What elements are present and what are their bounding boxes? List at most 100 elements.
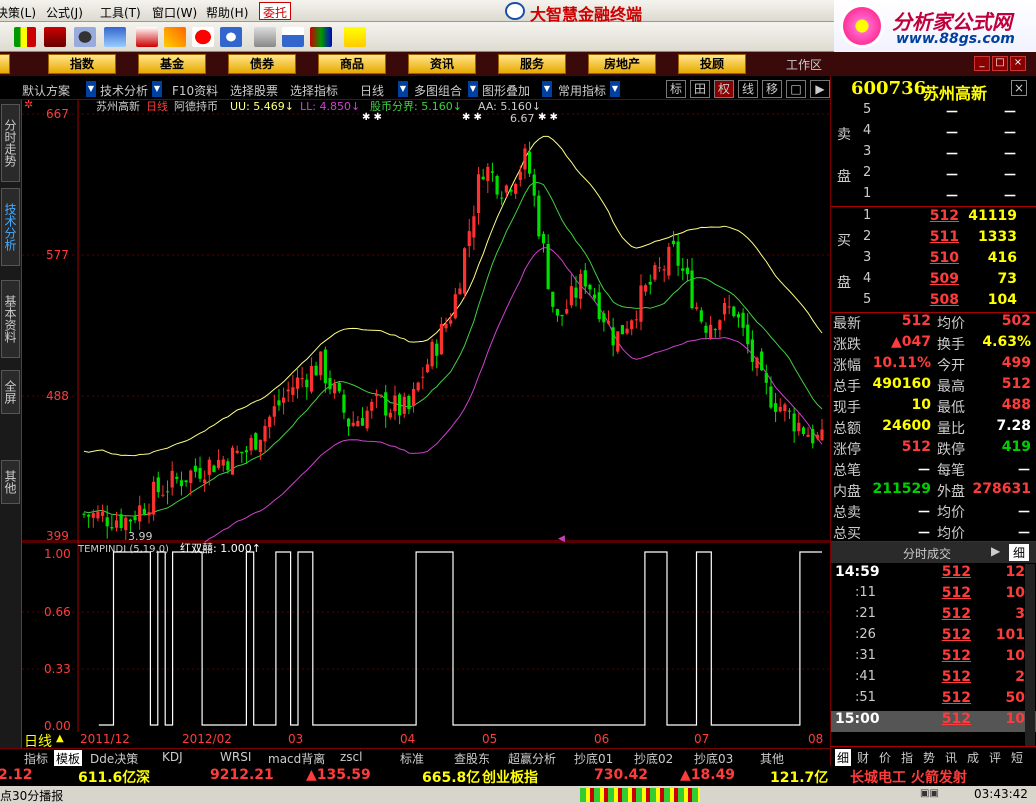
help-icon[interactable]: [344, 27, 366, 47]
trade-row[interactable]: :26 512 101: [831, 627, 1036, 648]
minimize-button[interactable]: _: [974, 56, 990, 71]
select-stock-button[interactable]: 选择股票: [230, 82, 278, 99]
buy-row[interactable]: 1 512 41119: [831, 208, 1036, 229]
close-panel-icon[interactable]: ×: [1011, 80, 1027, 96]
trade-row[interactable]: :21 512 3: [831, 606, 1036, 627]
rights-toggle[interactable]: 权: [714, 80, 734, 98]
overlay-dropdown[interactable]: 图形叠加: [482, 82, 530, 99]
sell-row[interactable]: 5 － －: [831, 102, 1036, 123]
move-toggle[interactable]: 移: [762, 80, 782, 98]
indicator-chart[interactable]: TEMPINDI (5,19,0) 红双囍: 1.000↑ 1.00 0.66 …: [22, 542, 830, 734]
chart-icon[interactable]: [44, 27, 66, 47]
menu-formula[interactable]: 公式(J): [46, 4, 83, 21]
f10-button[interactable]: F10资料: [172, 82, 218, 99]
window-icon[interactable]: [282, 27, 304, 47]
trade-row[interactable]: :41 512 2: [831, 669, 1036, 690]
multi-chart-arrow-icon[interactable]: ▼: [468, 81, 478, 97]
period-dropdown[interactable]: 日线: [360, 82, 384, 99]
select-indicator-button[interactable]: 选择指标: [290, 82, 338, 99]
tab-super-analysis[interactable]: 超赢分析: [508, 750, 556, 767]
tab-other-bottom[interactable]: 其他: [760, 750, 784, 767]
scheme-dropdown[interactable]: 默认方案: [22, 82, 70, 99]
binoculars-icon[interactable]: [74, 27, 96, 47]
cat-news[interactable]: 资讯: [408, 54, 476, 74]
report-icon[interactable]: [104, 27, 126, 47]
qtab-price[interactable]: 价: [879, 749, 891, 766]
tab-bottom03[interactable]: 抄底03: [694, 750, 733, 767]
market-icon[interactable]: [14, 27, 36, 47]
line-toggle[interactable]: 线: [738, 80, 758, 98]
trade-row[interactable]: :51 512 50: [831, 690, 1036, 711]
tab-technical[interactable]: 技术分析: [1, 188, 20, 266]
overlay-arrow-icon[interactable]: ▼: [542, 81, 552, 97]
flag-icon[interactable]: [192, 27, 214, 47]
trade-row[interactable]: :11 512 10: [831, 585, 1036, 606]
trade-row[interactable]: :31 512 10: [831, 648, 1036, 669]
globe-icon[interactable]: [220, 27, 242, 47]
diamond-icon[interactable]: [164, 27, 186, 47]
restore-button[interactable]: □: [992, 56, 1008, 71]
alert-icon[interactable]: [136, 27, 158, 47]
qtab-detail[interactable]: 细: [835, 749, 852, 766]
workarea-label[interactable]: 工作区: [786, 56, 822, 73]
cat-stock[interactable]: 股: [0, 54, 10, 74]
tab-zscl[interactable]: zscl: [340, 750, 362, 764]
qtab-short[interactable]: 短: [1011, 749, 1023, 766]
grid-toggle[interactable]: 田: [690, 80, 710, 98]
books-icon[interactable]: [310, 27, 332, 47]
qtab-trades[interactable]: 成: [967, 749, 979, 766]
trades-scrollbar[interactable]: [1025, 564, 1035, 746]
scheme-arrow-icon[interactable]: ▼: [86, 81, 96, 97]
cat-fund[interactable]: 基金: [138, 54, 206, 74]
menu-help[interactable]: 帮助(H): [206, 4, 248, 21]
tab-standard[interactable]: 标准: [400, 750, 424, 767]
print-icon[interactable]: [254, 27, 276, 47]
settings-star-icon[interactable]: ✲: [24, 100, 33, 111]
cat-realestate[interactable]: 房地产: [588, 54, 656, 74]
qtab-finance[interactable]: 财: [857, 749, 869, 766]
tech-arrow-icon[interactable]: ▼: [152, 81, 162, 97]
tab-macd[interactable]: macd背离: [268, 750, 325, 767]
qtab-index[interactable]: 指: [901, 749, 913, 766]
play-toggle[interactable]: ▶: [810, 80, 830, 98]
cat-index[interactable]: 指数: [48, 54, 116, 74]
close-button[interactable]: ×: [1010, 56, 1026, 71]
trade-row[interactable]: 15:00 512 10: [831, 711, 1036, 732]
cat-advisor[interactable]: 投顾: [678, 54, 746, 74]
sell-row[interactable]: 1 － －: [831, 186, 1036, 207]
tab-intraday[interactable]: 分时走势: [1, 104, 20, 182]
qtab-review[interactable]: 评: [989, 749, 1001, 766]
candlestick-chart[interactable]: ✲ 苏州高新 日线 阿德持币 UU: 5.469↓ LL: 4.850↓ 股币分…: [22, 100, 830, 542]
period-arrow-icon[interactable]: ▼: [398, 81, 408, 97]
buy-row[interactable]: 5 508 104: [831, 292, 1036, 313]
trades-detail-button[interactable]: 细: [1009, 544, 1029, 561]
sell-row[interactable]: 3 － －: [831, 144, 1036, 165]
tab-kdj[interactable]: KDJ: [162, 750, 183, 764]
common-indicator-dropdown[interactable]: 常用指标: [558, 82, 606, 99]
tech-analysis-dropdown[interactable]: 技术分析: [100, 82, 148, 99]
qtab-news[interactable]: 讯: [945, 749, 957, 766]
buy-row[interactable]: 3 510 416: [831, 250, 1036, 271]
sell-row[interactable]: 4 － －: [831, 123, 1036, 144]
tab-wrsi[interactable]: WRSI: [220, 750, 251, 764]
mark-toggle[interactable]: 标: [666, 80, 686, 98]
buy-row[interactable]: 4 509 73: [831, 271, 1036, 292]
tab-other[interactable]: 其他: [1, 460, 20, 504]
menu-window[interactable]: 窗口(W): [152, 4, 197, 21]
tab-fullscreen[interactable]: 全屏: [1, 370, 20, 414]
tab-dde[interactable]: Dde决策: [90, 750, 138, 767]
multi-chart-dropdown[interactable]: 多图组合: [414, 82, 462, 99]
tab-template[interactable]: 模板: [54, 750, 83, 767]
cat-bond[interactable]: 债券: [228, 54, 296, 74]
tab-bottom02[interactable]: 抄底02: [634, 750, 673, 767]
buy-row[interactable]: 2 511 1333: [831, 229, 1036, 250]
common-arrow-icon[interactable]: ▼: [610, 81, 620, 97]
sell-row[interactable]: 2 － －: [831, 165, 1036, 186]
menu-decision[interactable]: 决策(L): [0, 4, 36, 21]
qtab-trend[interactable]: 势: [923, 749, 935, 766]
entrust-button[interactable]: 委托: [259, 2, 292, 20]
cat-commodity[interactable]: 商品: [318, 54, 386, 74]
tab-fundamental[interactable]: 基本资料: [1, 280, 20, 358]
menu-tools[interactable]: 工具(T): [100, 4, 141, 21]
trade-row[interactable]: 14:59 512 12: [831, 564, 1036, 585]
